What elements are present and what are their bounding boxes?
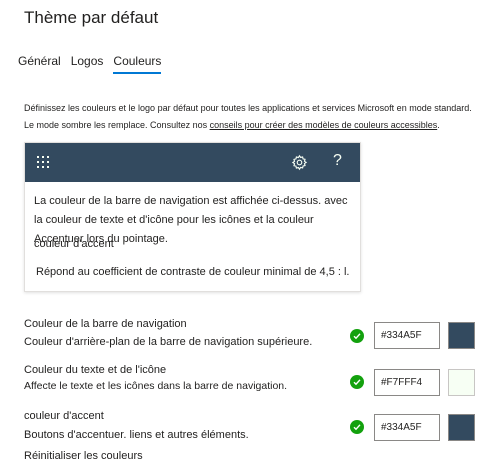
description-line-1: Définissez les couleurs et le logo par d… bbox=[24, 103, 472, 113]
preview-accent-label: couleur d'accent bbox=[34, 238, 114, 250]
tab-general[interactable]: Général bbox=[18, 54, 61, 74]
description-line-2: Le mode sombre les remplace. Consultez n… bbox=[24, 117, 486, 134]
contrast-note: Répond au coefficient de contraste de co… bbox=[36, 266, 350, 278]
description: Définissez les couleurs et le logo par d… bbox=[24, 100, 486, 134]
check-icon bbox=[350, 420, 364, 434]
waffle-icon bbox=[37, 156, 51, 170]
tab-logos[interactable]: Logos bbox=[71, 54, 104, 74]
navbar-color-input[interactable] bbox=[374, 322, 440, 349]
tab-couleurs[interactable]: Couleurs bbox=[113, 54, 162, 74]
text-icon-color-swatch[interactable] bbox=[448, 369, 475, 396]
setting-label: Couleur de la barre de navigation bbox=[24, 318, 187, 330]
tab-bar: Général Logos Couleurs bbox=[18, 54, 171, 74]
text-icon-color-setting: Couleur du texte et de l'icône Affecte l… bbox=[24, 364, 484, 404]
text-icon-color-input[interactable] bbox=[374, 369, 440, 396]
accent-color-swatch[interactable] bbox=[448, 414, 475, 441]
setting-label: Couleur du texte et de l'icône bbox=[24, 364, 167, 376]
help-icon: ? bbox=[333, 152, 342, 169]
navbar-color-setting: Couleur de la barre de navigation Couleu… bbox=[24, 318, 484, 358]
description-line-2-text: Le mode sombre les remplace. Consultez n… bbox=[24, 120, 210, 130]
setting-description: Affecte le texte et les icônes dans la b… bbox=[24, 380, 288, 392]
accent-color-input[interactable] bbox=[374, 414, 440, 441]
page-title: Thème par défaut bbox=[24, 8, 159, 27]
setting-description: Couleur d'arrière-plan de la barre de na… bbox=[24, 336, 313, 348]
check-icon bbox=[350, 375, 364, 389]
accessible-colors-link[interactable]: conseils pour créer des modèles de coule… bbox=[210, 120, 438, 130]
gear-icon bbox=[291, 154, 308, 171]
navbar-color-swatch[interactable] bbox=[448, 322, 475, 349]
preview-navbar: ? bbox=[25, 143, 360, 182]
setting-label: couleur d'accent bbox=[24, 410, 104, 422]
check-icon bbox=[350, 329, 364, 343]
accent-color-setting: couleur d'accent Boutons d'accentuer. li… bbox=[24, 410, 484, 450]
setting-description: Boutons d'accentuer. liens et autres élé… bbox=[24, 429, 249, 441]
description-line-2-end: . bbox=[437, 120, 440, 130]
theme-preview: ? La couleur de la barre de navigation e… bbox=[24, 142, 361, 292]
reset-colors-link[interactable]: Réinitialiser les couleurs bbox=[24, 450, 143, 462]
